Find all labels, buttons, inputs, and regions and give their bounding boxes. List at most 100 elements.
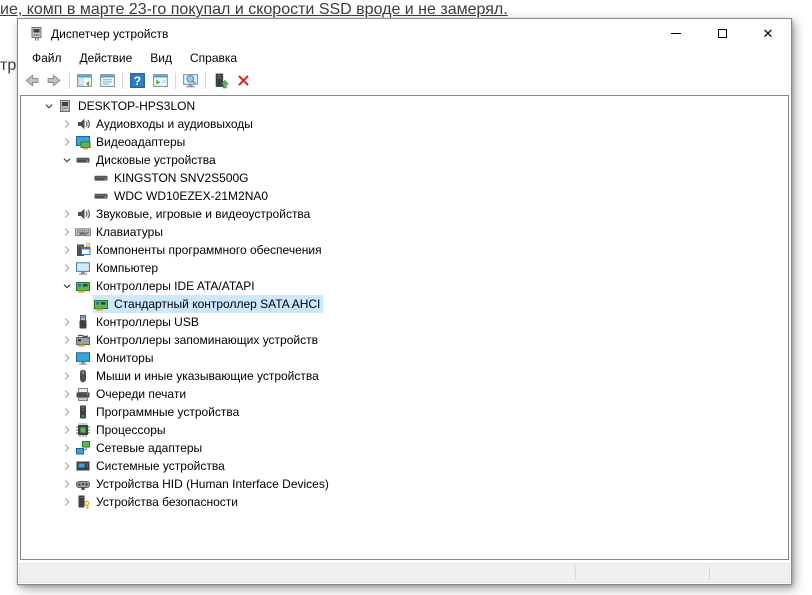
chevron-down-icon[interactable]	[59, 278, 75, 294]
tree-item-standard-sata-ahci[interactable]: Стандартный контроллер SATA AHCI	[21, 295, 788, 313]
tree-item-system-devices[interactable]: Системные устройства	[21, 457, 788, 475]
tree-item-label: Компоненты программного обеспечения	[96, 243, 322, 257]
menu-help[interactable]: Справка	[181, 49, 246, 67]
tree-item-label: Устройства HID (Human Interface Devices)	[96, 477, 329, 491]
tree-item-ide-controllers[interactable]: Контроллеры IDE ATA/ATAPI	[21, 277, 788, 295]
tree-item-keyboards[interactable]: Клавиатуры	[21, 223, 788, 241]
tree-item-label: Процессоры	[96, 423, 166, 437]
tree-item-label: Мыши и иные указывающие устройства	[96, 369, 319, 383]
chevron-right-icon[interactable]	[59, 242, 75, 258]
tree-item-mice[interactable]: Мыши и иные указывающие устройства	[21, 367, 788, 385]
tree-item-wdc-wd10ezex[interactable]: WDC WD10EZEX-21M2NA0	[21, 187, 788, 205]
tree-item-label: DESKTOP-HPS3LON	[78, 99, 195, 113]
tree-item-disk-drives[interactable]: Дисковые устройства	[21, 151, 788, 169]
chevron-right-icon[interactable]	[59, 224, 75, 240]
toolbar-separator	[122, 73, 123, 89]
background-text-line: ие, комп в марте 23-го покупал и скорост…	[0, 1, 508, 19]
processor-icon	[75, 422, 91, 438]
chevron-right-icon[interactable]	[59, 260, 75, 276]
tree-item-label: Контроллеры IDE ATA/ATAPI	[96, 279, 255, 293]
chevron-right-icon[interactable]	[59, 332, 75, 348]
chevron-right-icon[interactable]	[59, 476, 75, 492]
chevron-right-icon[interactable]	[59, 314, 75, 330]
storage-controller-icon	[75, 332, 91, 348]
system-device-icon	[75, 458, 91, 474]
menu-bar: ФайлДействиеВидСправка	[18, 48, 791, 67]
tree-item-label: Контроллеры запоминающих устройств	[96, 333, 318, 347]
tree-item-kingston-snv2s500g[interactable]: KINGSTON SNV2S500G	[21, 169, 788, 187]
action-pane-button[interactable]	[149, 70, 172, 92]
minimize-button[interactable]	[653, 19, 699, 48]
chevron-right-icon[interactable]	[59, 116, 75, 132]
tree-item-label: Устройства безопасности	[96, 495, 238, 509]
tree-item-processors[interactable]: Процессоры	[21, 421, 788, 439]
help-icon	[129, 72, 146, 89]
tree-item-label: Сетевые адаптеры	[96, 441, 202, 455]
maximize-button[interactable]	[699, 19, 745, 48]
tree-item-label: Клавиатуры	[96, 225, 163, 239]
keyboard-icon	[75, 224, 91, 240]
disk-drive-icon	[93, 188, 109, 204]
tree-item-software-components[interactable]: Компоненты программного обеспечения	[21, 241, 788, 259]
toolbar	[18, 67, 791, 94]
tree-item-hid-devices[interactable]: Устройства HID (Human Interface Devices)	[21, 475, 788, 493]
back-button[interactable]	[20, 70, 43, 92]
uninstall-device-button[interactable]	[232, 70, 255, 92]
show-console-tree-button[interactable]	[73, 70, 96, 92]
chevron-right-icon[interactable]	[59, 494, 75, 510]
menu-file[interactable]: Файл	[23, 49, 71, 67]
close-button[interactable]: ✕	[745, 19, 791, 48]
tree-item-label: WDC WD10EZEX-21M2NA0	[114, 189, 268, 203]
tree-item-usb-controllers[interactable]: Контроллеры USB	[21, 313, 788, 331]
chevron-right-icon[interactable]	[59, 422, 75, 438]
chevron-right-icon[interactable]	[59, 134, 75, 150]
properties-button[interactable]	[96, 70, 119, 92]
tree-item-software-devices[interactable]: Программные устройства	[21, 403, 788, 421]
chevron-right-icon[interactable]	[59, 404, 75, 420]
menu-view[interactable]: Вид	[141, 49, 181, 67]
chevron-right-icon[interactable]	[59, 458, 75, 474]
chevron-right-icon[interactable]	[59, 440, 75, 456]
tree-item-security-devices[interactable]: Устройства безопасности	[21, 493, 788, 511]
chevron-right-icon[interactable]	[59, 206, 75, 222]
sound-game-icon	[75, 206, 91, 222]
tree-item-monitors[interactable]: Мониторы	[21, 349, 788, 367]
uninstall-icon	[235, 72, 252, 89]
tree-item-storage-controllers[interactable]: Контроллеры запоминающих устройств	[21, 331, 788, 349]
background-text-before: ие, комп в марте 23-го покупал и скорост…	[0, 1, 319, 18]
chevron-right-icon[interactable]	[59, 350, 75, 366]
tree-item-desktop-hps3lon[interactable]: DESKTOP-HPS3LON	[21, 97, 788, 115]
chevron-spacer	[77, 170, 93, 186]
usb-controller-icon	[75, 314, 91, 330]
chevron-down-icon[interactable]	[41, 98, 57, 114]
computer-monitor-icon	[75, 260, 91, 276]
tree-item-network-adapters[interactable]: Сетевые адаптеры	[21, 439, 788, 457]
device-tree: DESKTOP-HPS3LON Аудиовходы и аудиовыходы В…	[20, 95, 789, 560]
status-bar	[19, 563, 790, 583]
tree-item-sound-game-video[interactable]: Звуковые, игровые и видеоустройства	[21, 205, 788, 223]
tree-item-audio-inputs[interactable]: Аудиовходы и аудиовыходы	[21, 115, 788, 133]
device-manager-window: Диспетчер устройств ✕ ФайлДействиеВидСпр…	[17, 18, 792, 585]
chevron-right-icon[interactable]	[59, 368, 75, 384]
computer-icon	[57, 98, 73, 114]
update-driver-button[interactable]	[209, 70, 232, 92]
scan-hardware-changes-button[interactable]	[179, 70, 202, 92]
software-device-icon	[75, 404, 91, 420]
tree-item-display-adapters[interactable]: Видеоадаптеры	[21, 133, 788, 151]
menu-action[interactable]: Действие	[71, 49, 142, 67]
action-pane-icon	[152, 72, 169, 89]
title-bar[interactable]: Диспетчер устройств ✕	[18, 19, 791, 48]
printer-icon	[75, 386, 91, 402]
tree-item-computer[interactable]: Компьютер	[21, 259, 788, 277]
forward-button[interactable]	[43, 70, 66, 92]
tree-item-label: Аудиовходы и аудиовыходы	[96, 117, 253, 131]
ide-controller-icon	[75, 278, 91, 294]
chevron-right-icon[interactable]	[59, 386, 75, 402]
chevron-down-icon[interactable]	[59, 152, 75, 168]
audio-inputs-icon	[75, 116, 91, 132]
network-adapter-icon	[75, 440, 91, 456]
properties-icon	[99, 72, 116, 89]
close-icon: ✕	[763, 27, 774, 40]
tree-item-print-queues[interactable]: Очереди печати	[21, 385, 788, 403]
help-button[interactable]	[126, 70, 149, 92]
